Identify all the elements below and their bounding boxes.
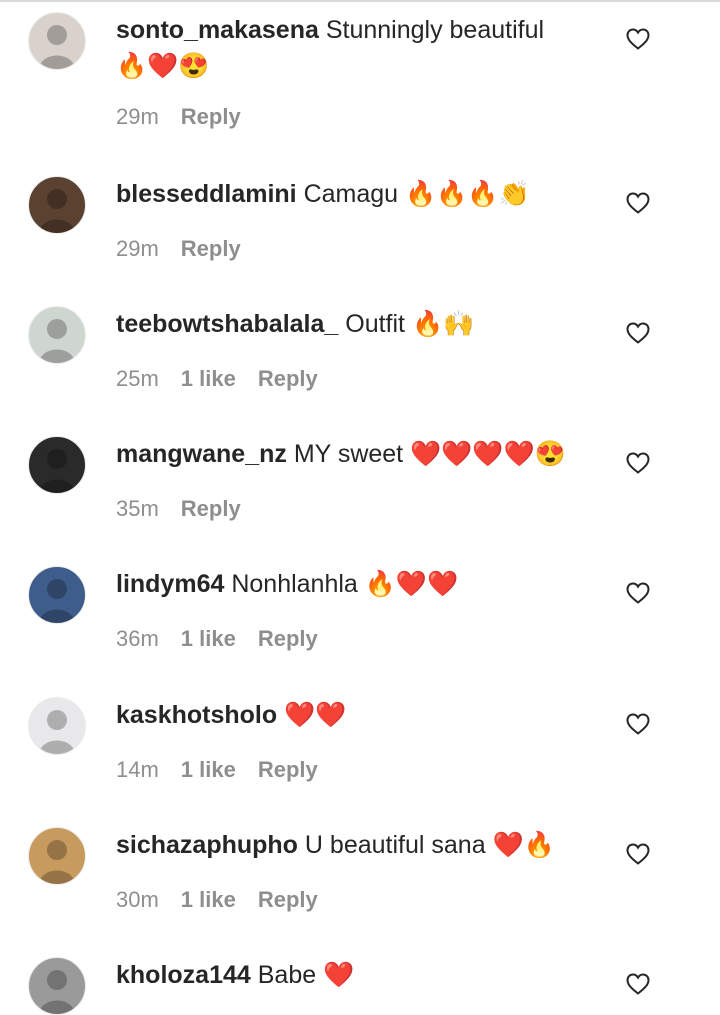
avatar[interactable] — [28, 697, 86, 755]
emoji: ❤️ — [410, 440, 442, 468]
comment-body: Babe — [257, 961, 317, 989]
comment-likes[interactable]: 1 like — [181, 626, 236, 652]
comment-timestamp: 36m — [116, 626, 159, 651]
emoji: ❤️ — [284, 701, 316, 729]
comment-username[interactable]: sonto_makasena — [116, 16, 319, 44]
emoji: 🔥 — [467, 180, 499, 208]
heart-outline-icon[interactable] — [626, 843, 650, 865]
emoji: ❤️ — [427, 570, 459, 598]
emoji: 😍 — [178, 52, 210, 80]
comment-emojis: ❤️❤️ — [284, 701, 346, 729]
comment-text: mangwane_nz MY sweet ❤️❤️❤️❤️😍 — [116, 436, 596, 472]
comment-body: Outfit — [345, 310, 406, 338]
comment-emojis: ❤️🔥 — [493, 831, 555, 859]
reply-button[interactable]: Reply — [258, 626, 318, 652]
comment-likes[interactable]: 1 like — [181, 366, 236, 392]
emoji: ❤️ — [472, 440, 504, 468]
comment-body: Nonhlanhla — [231, 570, 358, 598]
avatar[interactable] — [28, 306, 86, 364]
avatar[interactable] — [28, 12, 86, 70]
comment-emojis: ❤️❤️❤️❤️😍 — [410, 440, 566, 468]
reply-button[interactable]: Reply — [258, 757, 318, 783]
comment-emojis: 🔥❤️❤️ — [365, 570, 458, 598]
reply-button[interactable]: Reply — [181, 104, 241, 130]
emoji: 🔥 — [523, 831, 555, 859]
comment-meta: 29m Reply — [116, 236, 241, 262]
comment-text: teebowtshabalala_ Outfit 🔥🙌 — [116, 306, 596, 342]
heart-outline-icon[interactable] — [626, 452, 650, 474]
emoji: 🔥 — [364, 570, 396, 598]
comment-body: Camagu — [303, 180, 399, 208]
comment-meta: 30m 1 like Reply — [116, 887, 318, 913]
avatar[interactable] — [28, 957, 86, 1015]
heart-outline-icon[interactable] — [626, 28, 650, 50]
comment-username[interactable]: sichazaphupho — [116, 831, 298, 859]
emoji: 👏 — [498, 180, 530, 208]
reply-button[interactable]: Reply — [181, 236, 241, 262]
top-divider — [0, 0, 720, 2]
comment-likes[interactable]: 1 like — [181, 887, 236, 913]
comment-timestamp: 25m — [116, 366, 159, 391]
emoji: ❤️ — [441, 440, 473, 468]
comment-text: blesseddlamini Camagu 🔥🔥🔥👏 — [116, 176, 596, 212]
reply-button[interactable]: Reply — [181, 496, 241, 522]
comment-meta: 36m 1 like Reply — [116, 626, 318, 652]
reply-button[interactable]: Reply — [258, 366, 318, 392]
emoji: ❤️ — [395, 570, 428, 598]
comment-username[interactable]: kaskhotsholo — [116, 701, 277, 729]
reply-button[interactable]: Reply — [258, 887, 318, 913]
avatar[interactable] — [28, 436, 86, 494]
comment-meta: 29m Reply — [116, 104, 241, 130]
emoji: ❤️ — [323, 961, 355, 989]
avatar[interactable] — [28, 176, 86, 234]
heart-outline-icon[interactable] — [626, 192, 650, 214]
comment-emojis: 🔥🙌 — [412, 310, 474, 338]
emoji: 🔥 — [411, 310, 444, 338]
comment-body: MY sweet — [293, 440, 404, 468]
avatar[interactable] — [28, 566, 86, 624]
comment-text: lindym64 Nonhlanhla 🔥❤️❤️ — [116, 566, 596, 602]
emoji: ❤️ — [315, 701, 347, 729]
avatar[interactable] — [28, 827, 86, 885]
emoji: ❤️ — [492, 831, 524, 859]
heart-outline-icon[interactable] — [626, 713, 650, 735]
comment-emojis: 🔥❤️😍 — [116, 52, 209, 80]
emoji: 🔥 — [405, 180, 437, 208]
comment-text: kaskhotsholo ❤️❤️ — [116, 697, 596, 733]
comment-body: Stunningly beautiful — [325, 16, 545, 44]
comment-username[interactable]: teebowtshabalala_ — [116, 310, 338, 338]
comment-timestamp: 30m — [116, 887, 159, 912]
heart-outline-icon[interactable] — [626, 973, 650, 995]
comment-username[interactable]: mangwane_nz — [116, 440, 287, 468]
comment-meta: 14m 1 like Reply — [116, 757, 318, 783]
comment-timestamp: 14m — [116, 757, 159, 782]
comment-timestamp: 35m — [116, 496, 159, 521]
comment-emojis: ❤️ — [323, 961, 354, 989]
comment-text: sonto_makasena Stunningly beautiful 🔥❤️😍 — [116, 12, 596, 84]
comment-meta: 25m 1 like Reply — [116, 366, 318, 392]
emoji: 🔥 — [116, 52, 148, 80]
emoji: 🔥 — [436, 180, 468, 208]
comment-username[interactable]: lindym64 — [116, 570, 224, 598]
comment-text: sichazaphupho U beautiful sana ❤️🔥 — [116, 827, 596, 863]
comment-timestamp: 29m — [116, 104, 159, 129]
comment-username[interactable]: kholoza144 — [116, 961, 251, 989]
comment-timestamp: 29m — [116, 236, 159, 261]
comment-emojis: 🔥🔥🔥👏 — [405, 180, 530, 208]
comment-meta: 35m Reply — [116, 496, 241, 522]
heart-outline-icon[interactable] — [626, 582, 650, 604]
emoji: 😍 — [534, 440, 566, 468]
comment-body: U beautiful sana — [304, 831, 486, 859]
emoji: 🙌 — [443, 310, 475, 338]
emoji: ❤️ — [147, 52, 179, 80]
comment-username[interactable]: blesseddlamini — [116, 180, 297, 208]
comment-text: kholoza144 Babe ❤️ — [116, 957, 596, 993]
comment-likes[interactable]: 1 like — [181, 757, 236, 783]
emoji: ❤️ — [503, 440, 535, 468]
heart-outline-icon[interactable] — [626, 322, 650, 344]
